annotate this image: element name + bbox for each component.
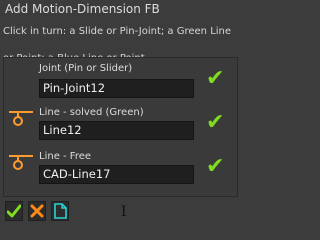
check-icon: ✔ xyxy=(206,110,225,135)
text-cursor-icon: I xyxy=(121,204,127,220)
dialog-title: Add Motion-Dimension FB xyxy=(5,2,160,16)
check-icon: ✔ xyxy=(206,154,225,179)
ok-icon xyxy=(7,204,21,218)
line-free-label: Line - Free xyxy=(39,151,92,162)
cancel-icon xyxy=(30,204,44,218)
new-document-button[interactable] xyxy=(51,201,69,221)
action-bar xyxy=(5,201,69,223)
cancel-button[interactable] xyxy=(28,201,46,221)
ok-button[interactable] xyxy=(5,201,23,221)
line-free-field[interactable]: CAD-Line17 xyxy=(39,165,194,184)
line-handle-icon xyxy=(9,111,33,126)
joint-field[interactable]: Pin-Joint12 xyxy=(39,79,194,98)
line-handle-icon xyxy=(9,155,33,170)
line-solved-field[interactable]: Line12 xyxy=(39,121,194,140)
new-document-icon xyxy=(54,203,67,219)
check-icon: ✔ xyxy=(206,66,225,91)
input-panel: Joint (Pin or Slider) Pin-Joint12 ✔ Line… xyxy=(3,57,238,197)
line-solved-label: Line - solved (Green) xyxy=(39,107,144,118)
joint-label: Joint (Pin or Slider) xyxy=(39,63,133,74)
